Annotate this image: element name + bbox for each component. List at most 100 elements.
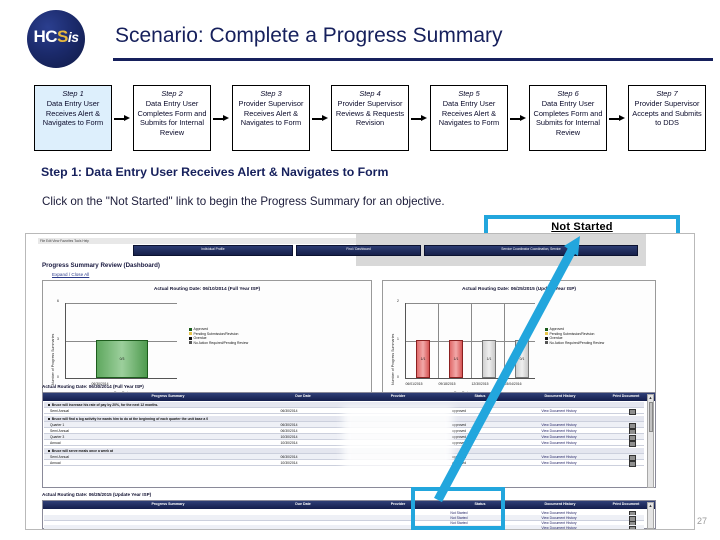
slide-page-number: 27 <box>697 516 708 526</box>
printer-icon <box>628 408 636 415</box>
scroll-thumb[interactable] <box>648 402 654 432</box>
step-3-body: Provider Supervisor Receives Alert & Nav… <box>238 99 304 128</box>
cell-document-history[interactable]: View Document History <box>504 409 614 413</box>
step-heading: Step 1: Data Entry User Receives Alert &… <box>41 165 389 179</box>
step-7-body: Provider Supervisor Accepts and Submits … <box>632 99 702 128</box>
scroll-up-arrow-2[interactable]: ▲ <box>648 503 653 509</box>
step-1-body: Data Entry User Receives Alert & Navigat… <box>42 99 104 128</box>
cell-due-date: 06/30/2014 <box>280 428 298 433</box>
cell-due-date: 10/30/2014 <box>280 460 298 465</box>
printer-icon <box>628 460 636 467</box>
legend-r-swatch-approved <box>545 327 548 331</box>
legend-r-swatch-noaction <box>545 341 548 345</box>
logo-is: is <box>67 29 79 45</box>
chart-right-bar-0: 1/1 <box>416 340 430 378</box>
cell-document-history[interactable]: View Document History <box>504 435 614 439</box>
cell-print-document[interactable] <box>620 525 644 529</box>
step-5-body: Data Entry User Receives Alert & Navigat… <box>438 99 500 128</box>
expand-close-all-link[interactable]: Expand / Close All <box>52 272 89 277</box>
table-bottom-caption: Actual Routing Date: 06/25/2015 (Update … <box>42 492 152 497</box>
cell-period: Annual <box>50 460 61 465</box>
chart-right-xtick-3: 03/04/2016 <box>504 382 522 386</box>
table-bottom-header-row: Progress Summary Due Date Provider Statu… <box>43 501 655 509</box>
cell-period: Quarter 3 <box>50 434 65 439</box>
instruction-text: Click on the "Not Started" link to begin… <box>42 195 445 208</box>
legend-r-label-1: Pending Submission/Revision <box>549 331 595 336</box>
th2-document-history: Document History <box>544 502 576 507</box>
cell-document-history[interactable]: View Document History <box>504 441 614 445</box>
nav-tab-individual-profile[interactable]: Individual Profile <box>133 245 293 256</box>
step-2-title: Step 2 <box>161 89 183 98</box>
cell-due-date: 06/30/2014 <box>280 408 298 413</box>
chart-left-bar-0-value: 0/3 <box>119 357 125 361</box>
title-divider <box>113 58 713 61</box>
screenshot-page-heading: Progress Summary Review (Dashboard) <box>42 262 160 269</box>
cell-print-document[interactable] <box>620 440 644 448</box>
chart-right-bar-0-value: 1/1 <box>420 357 426 361</box>
logo-s: S <box>57 27 68 46</box>
cell-due-date: 10/30/2014 <box>280 440 298 445</box>
table-top-caption: Actual Routing Date: 06/30/2014 (Full Ye… <box>42 384 144 389</box>
legend-label-2: Overdue <box>193 336 207 341</box>
cell-document-history[interactable]: View Document History <box>504 423 614 427</box>
chart-right-ytick-2: 2 <box>397 299 399 303</box>
table-top-scrollbar[interactable]: ▲ <box>647 394 654 488</box>
table-bottom: Progress Summary Due Date Provider Statu… <box>42 500 656 529</box>
table-row: Not Started View Document History <box>44 525 644 529</box>
chart-left-legend: Approved Pending Submission/Revision Ove… <box>189 327 248 345</box>
legend-r-swatch-pending <box>545 332 548 336</box>
nav-tab-find-dashboard[interactable]: Find / Dashboard <box>296 245 421 256</box>
legend-r-label-2: Overdue <box>549 336 563 341</box>
cell-period: Annual <box>50 440 61 445</box>
th-document-history: Document History <box>544 394 576 399</box>
legend-item-3: No Action Required/Pending Review <box>189 341 248 346</box>
chart-left-ytick-0: 0 <box>57 375 59 379</box>
chart-right-bar-2-value: 1/1 <box>486 357 492 361</box>
legend-swatch-pending <box>189 332 192 336</box>
th2-due-date: Due Date <box>295 502 311 507</box>
cell-document-history[interactable]: View Document History <box>504 461 614 465</box>
table-top-header-row: Progress Summary Due Date Provider Statu… <box>43 393 655 401</box>
chart-left-bar-0: 0/3 <box>96 340 148 378</box>
blurred-provider-region <box>343 407 453 469</box>
legend-r-label-3: No Action Required/Pending Review <box>549 340 605 345</box>
step-6-body: Data Entry User Completes Form and Submi… <box>533 99 603 137</box>
chart-right-legend: Approved Pending Submission/Revision Ove… <box>545 327 604 345</box>
cell-document-history[interactable]: View Document History <box>504 455 614 459</box>
logo-wordmark: HCSis <box>27 27 85 47</box>
objective-text: Bruce will serve meals once a week at <box>51 448 114 453</box>
chart-left-plot: 0/3 <box>65 303 177 379</box>
th-print-document: Print Document <box>612 394 640 399</box>
step-7-title: Step 7 <box>656 89 678 98</box>
legend-r-item-3: No Action Required/Pending Review <box>545 341 604 346</box>
application-navbar: Individual Profile Find / Dashboard Serv… <box>38 245 638 256</box>
chart-right-xtick-2: 12/30/2015 <box>471 382 489 386</box>
objective-text: Bruce will find a log activity he wants … <box>51 416 209 421</box>
th-progress-summary: Progress Summary <box>151 394 185 399</box>
chart-left-ytick-2: 6 <box>57 299 59 303</box>
chart-right-xtick-1: 09/18/2015 <box>438 382 456 386</box>
th-status: Status <box>474 394 486 399</box>
chart-right-bar-1-value: 1/1 <box>453 357 459 361</box>
nav-tab-service-coordinator[interactable]: Service Coordinator Coordination, Servic… <box>424 245 638 256</box>
legend-r-label-0: Approved <box>549 327 565 331</box>
table-bottom-scrollbar[interactable]: ▲ <box>647 502 654 529</box>
status-column-highlight-box <box>411 487 505 530</box>
cell-document-history[interactable]: View Document History <box>504 526 614 529</box>
step-5-title: Step 5 <box>458 89 480 98</box>
chart-right-xtick-0: 06/01/2015 <box>405 382 423 386</box>
cell-due-date: 06/30/2014 <box>280 454 298 459</box>
logo-hc: HC <box>33 27 58 46</box>
chart-right-bar-3-value: 0/1 <box>519 357 525 361</box>
cell-print-document[interactable] <box>620 460 644 468</box>
step-box-3: Step 3 Provider Supervisor Receives Alert… <box>232 85 310 151</box>
cell-document-history[interactable]: View Document History <box>504 429 614 433</box>
step-2-body: Data Entry User Completes Form and Submi… <box>137 99 207 137</box>
cell-print-document[interactable] <box>620 408 644 416</box>
legend-swatch-overdue <box>189 336 192 340</box>
step-arrow-5 <box>510 115 527 122</box>
scroll-up-arrow[interactable]: ▲ <box>648 395 653 401</box>
legend-label-3: No Action Required/Pending Review <box>193 340 249 345</box>
chart-right-bar-1: 1/1 <box>449 340 463 378</box>
step-box-6: Step 6 Data Entry User Completes Form and… <box>529 85 607 151</box>
